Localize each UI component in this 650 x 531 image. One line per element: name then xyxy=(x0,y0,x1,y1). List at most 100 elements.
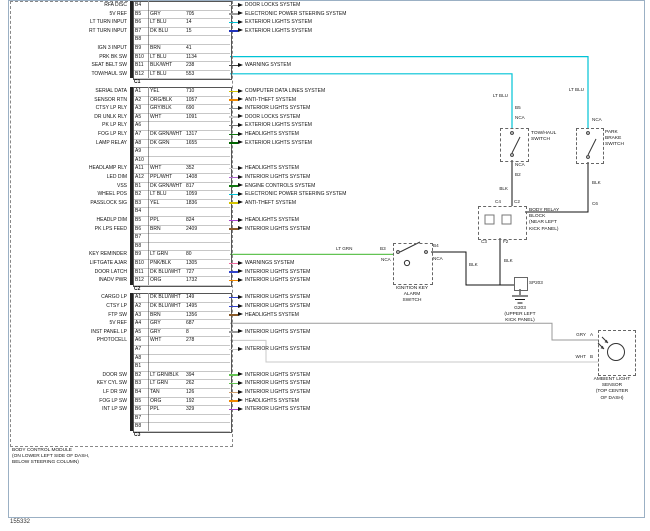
nca-label: NCA xyxy=(515,115,525,121)
bcm-pin-row: B7 xyxy=(0,414,650,423)
bcm-label: BODY CONTROL MODULE (ON LOWER LEFT SIDE … xyxy=(12,448,89,467)
arrow-icon xyxy=(238,381,243,385)
wire-color-label: LT BLU xyxy=(554,87,584,93)
arrow-icon xyxy=(238,166,243,170)
signal-label: LIFTGATE AJAR xyxy=(14,259,127,268)
wire-segment xyxy=(229,125,238,126)
system-label: EXTERIOR LIGHTS SYSTEM xyxy=(245,121,312,130)
circuit-label: 553 xyxy=(186,70,228,79)
bcm-pin-row: KEY CYL SWB3LT GRN262INTERIOR LIGHTS SYS… xyxy=(0,379,650,388)
component-label-line: SWITCH xyxy=(605,142,624,148)
bcm-pin-row: INT LP SWB6PPL329INTERIOR LIGHTS SYSTEM xyxy=(0,405,650,414)
circuit-label: 1057 xyxy=(186,96,228,105)
pin-label: B4 xyxy=(433,243,439,249)
wire-segment xyxy=(229,383,238,384)
pin-label: B7 xyxy=(135,233,149,242)
arrow-icon xyxy=(238,63,243,67)
circuit-label: 2409 xyxy=(186,225,228,234)
pin-label: C3 xyxy=(481,239,487,245)
circuit-label: 710 xyxy=(186,87,228,96)
wire-color-label: BRN xyxy=(150,44,184,53)
wire-color-label: LT GRN xyxy=(150,250,184,259)
system-label: HEADLIGHTS SYSTEM xyxy=(245,130,299,139)
arrow-icon xyxy=(238,200,243,204)
circuit-label: 14 xyxy=(186,18,228,27)
signal-label: LF DR SW xyxy=(14,388,127,397)
signal-label: LAMP RELAY xyxy=(14,139,127,148)
pin-label: A12 xyxy=(135,173,149,182)
circuit-label: 192 xyxy=(186,397,228,406)
body-relay-block-label: BODY RELAY BLOCK (NEAR LEFT KICK PANEL) xyxy=(529,208,559,233)
signal-label: PK LP RLY xyxy=(14,121,127,130)
bcm-pin-row: A9 xyxy=(0,147,650,156)
arrow-icon xyxy=(238,269,243,273)
bcm-pin-row: SEAT BELT SWB11BLK/WHT238WARNING SYSTEM xyxy=(0,61,650,70)
bcm-pin-row: PHOTOCELLA6WHT278 xyxy=(0,336,650,345)
pin-label: B6 xyxy=(135,18,149,27)
arrow-icon xyxy=(238,295,243,299)
circuit-label: 126 xyxy=(186,388,228,397)
wire-color-label: YEL xyxy=(150,199,184,208)
pin-label: A5 xyxy=(135,113,149,122)
pin-label: B12 xyxy=(135,70,149,79)
bcm-pin-row: WHEEL POSB2LT BLU1059ELECTRONIC POWER ST… xyxy=(0,190,650,199)
bcm-pin-row: LIFTGATE AJARB10PNK/BLK1305WARNINGS SYST… xyxy=(0,259,650,268)
connector-label: C3 xyxy=(134,431,154,440)
wire-color-label: DK GRN/WHT xyxy=(150,130,184,139)
component-label-line: (NEAR LEFT xyxy=(529,220,559,226)
circuit-label: 329 xyxy=(186,405,228,414)
system-label: EXTERIOR LIGHTS SYSTEM xyxy=(245,27,312,36)
bcm-pin-row: FOG LP SWB5ORG192HEADLIGHTS SYSTEM xyxy=(0,397,650,406)
system-label: ANTI-THEFT SYSTEM xyxy=(245,96,296,105)
wire-segment xyxy=(229,306,238,307)
body-relay-block-box xyxy=(478,206,527,240)
signal-label: RT TURN INPUT xyxy=(14,27,127,36)
bcm-pin-row: KEY REMINDERB9LT GRN80 xyxy=(0,250,650,259)
system-label: DOOR LOCKS SYSTEM xyxy=(245,1,300,10)
wire-color-label: BRN xyxy=(150,311,184,320)
wire-color-label: GRY xyxy=(150,319,184,328)
wire-color-label: LT BLU xyxy=(478,93,508,99)
sp203-splice-box xyxy=(514,277,528,291)
arrow-icon xyxy=(238,89,243,93)
wiring-diagram-canvas: RFA DISCB4DOOR LOCKS SYSTEM5V REFB5GRY70… xyxy=(0,0,650,531)
bcm-pin-row: LF DR SWB4TAN126INTERIOR LIGHTS SYSTEM xyxy=(0,388,650,397)
signal-label: PASSLOCK SIG xyxy=(14,199,127,208)
system-label: ELECTRONIC POWER STEERING SYSTEM xyxy=(245,190,346,199)
system-label: INTERIOR LIGHTS SYSTEM xyxy=(245,328,310,337)
arrow-icon xyxy=(238,261,243,265)
pin-label: C4 xyxy=(495,199,501,205)
arrow-icon xyxy=(238,390,243,394)
arrow-icon xyxy=(238,192,243,196)
wire-color-label: DK BLU/WHT xyxy=(150,268,184,277)
circuit-label: 705 xyxy=(186,10,228,19)
pin-label: A xyxy=(590,332,593,338)
circuit-label: 817 xyxy=(186,182,228,191)
circuit-label: 80 xyxy=(186,250,228,259)
wire-segment xyxy=(229,91,238,92)
signal-label: RFA DISC xyxy=(14,1,127,10)
component-label-line: KICK PANEL) xyxy=(488,318,552,324)
ambient-light-sensor-box xyxy=(598,330,636,376)
bcm-pin-row: IGN 3 INPUTB9BRN41 xyxy=(0,44,650,53)
wire-color-label: LT BLU xyxy=(150,190,184,199)
pin-label: B3 xyxy=(135,379,149,388)
wire-segment xyxy=(229,99,238,100)
system-label: ELECTRONIC POWER STEERING SYSTEM xyxy=(245,10,346,19)
arrow-icon xyxy=(238,132,243,136)
wire-segment xyxy=(229,374,238,375)
pin-label: A10 xyxy=(135,156,149,165)
pin-label: A4 xyxy=(135,319,149,328)
system-label: HEADLIGHTS SYSTEM xyxy=(245,216,299,225)
bcm-pin-row: INADV PWRB12ORG1732INTERIOR LIGHTS SYSTE… xyxy=(0,276,650,285)
pin-label: A8 xyxy=(135,139,149,148)
connector-row: C3 xyxy=(0,431,650,440)
bcm-pin-row: A8 xyxy=(0,354,650,363)
circuit-label: 1305 xyxy=(186,259,228,268)
wire-color-label: PNK/BLK xyxy=(150,259,184,268)
pin-label: A9 xyxy=(135,147,149,156)
arrow-icon xyxy=(238,106,243,110)
signal-label: PRK BK SW xyxy=(14,53,127,62)
pin-label: B5 xyxy=(135,397,149,406)
wire-segment xyxy=(229,297,238,298)
